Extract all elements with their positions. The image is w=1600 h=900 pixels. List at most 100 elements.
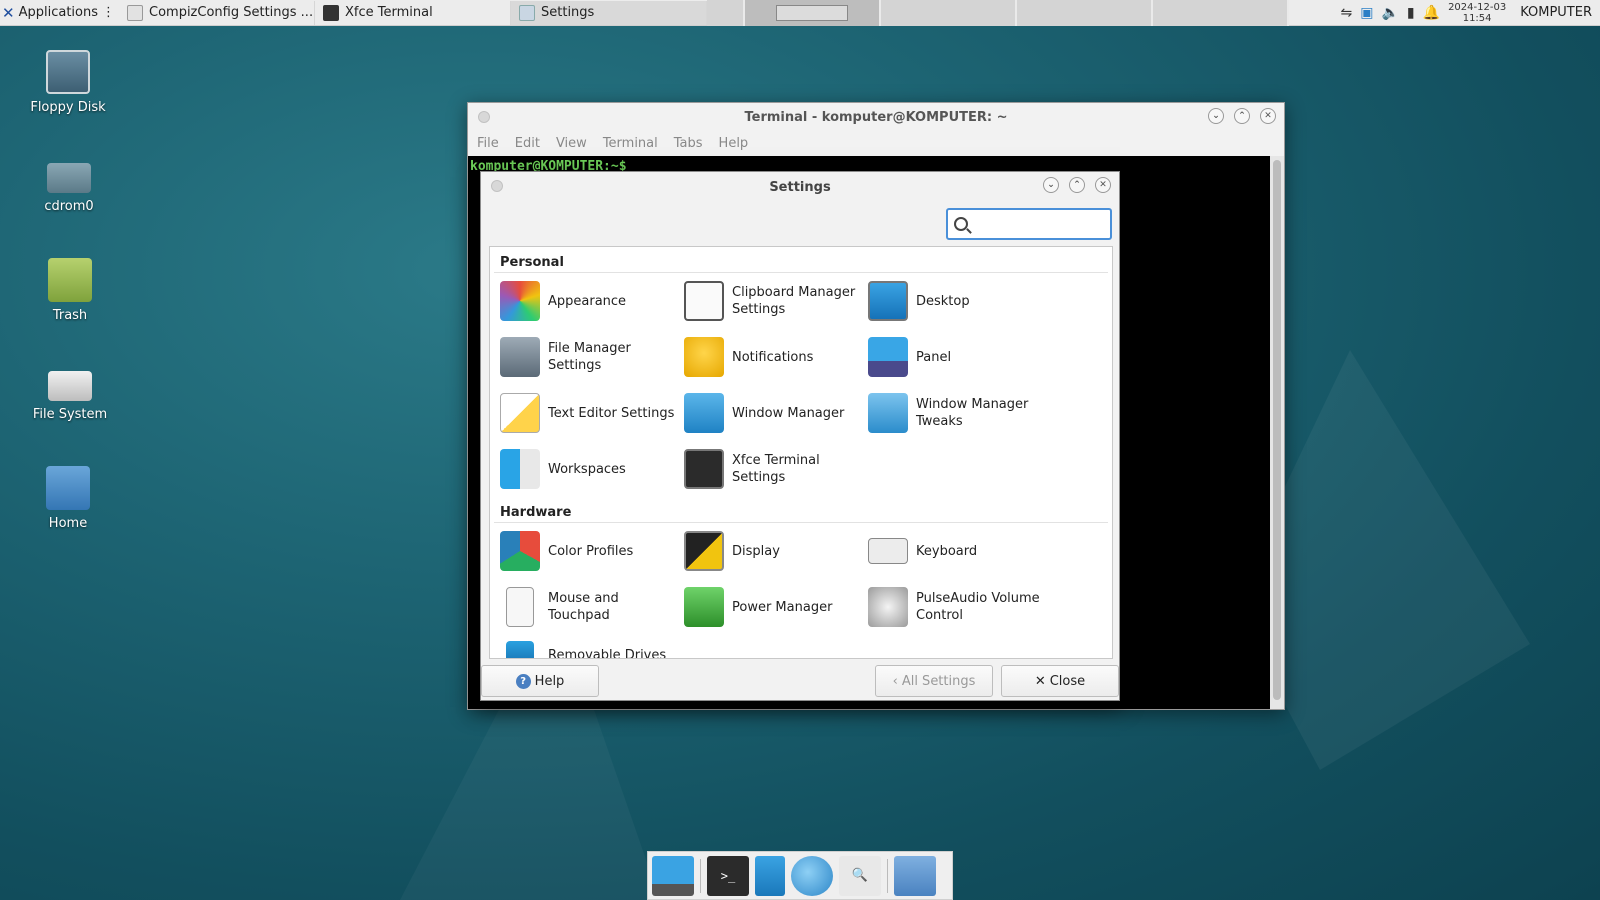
setting-workspaces[interactable]: Workspaces bbox=[494, 441, 678, 497]
desktop-icon-label: Trash bbox=[52, 308, 88, 323]
app-finder-icon[interactable]: 🔍 bbox=[839, 855, 881, 896]
close-icon[interactable]: ✕ bbox=[1095, 177, 1111, 193]
workspace-window-preview bbox=[776, 4, 848, 21]
hardware-grid: Color Profiles Display Keyboard Mouse an… bbox=[490, 523, 1112, 658]
floppy-icon bbox=[46, 50, 90, 94]
terminal-title: Terminal - komputer@KOMPUTER: ~ bbox=[744, 109, 1008, 125]
setting-appearance[interactable]: Appearance bbox=[494, 273, 678, 329]
menu-handle-icon: ⋮ bbox=[102, 5, 115, 20]
help-button[interactable]: ? Help bbox=[481, 665, 599, 697]
setting-clipboard-manager[interactable]: Clipboard Manager Settings bbox=[678, 273, 862, 329]
desktop-icon-filesystem[interactable]: File System bbox=[15, 361, 125, 422]
show-desktop-icon[interactable] bbox=[652, 855, 694, 896]
scrollbar-thumb[interactable] bbox=[1273, 160, 1281, 700]
setting-desktop[interactable]: Desktop bbox=[862, 273, 1046, 329]
volume-icon[interactable]: 🔈 bbox=[1381, 5, 1398, 21]
window-menu-icon[interactable] bbox=[491, 180, 503, 192]
folder-icon[interactable] bbox=[894, 855, 936, 896]
setting-file-manager[interactable]: File Manager Settings bbox=[494, 329, 678, 385]
panel-icon bbox=[868, 337, 908, 377]
setting-label: Panel bbox=[916, 349, 952, 365]
setting-label: Clipboard Manager Settings bbox=[732, 285, 856, 317]
terminal-titlebar[interactable]: Terminal - komputer@KOMPUTER: ~ ⌄ ⌃ ✕ bbox=[468, 103, 1284, 131]
setting-label: Color Profiles bbox=[548, 543, 634, 559]
desktop-icon-label: File System bbox=[32, 407, 108, 422]
setting-label: Text Editor Settings bbox=[548, 405, 675, 421]
search-row bbox=[481, 202, 1119, 248]
terminal-scrollbar[interactable] bbox=[1270, 156, 1284, 709]
help-button-label: Help bbox=[534, 673, 565, 689]
search-field[interactable] bbox=[946, 208, 1112, 240]
workspace-2[interactable] bbox=[881, 0, 1017, 26]
setting-color-profiles[interactable]: Color Profiles bbox=[494, 523, 678, 579]
close-icon: ✕ bbox=[1034, 673, 1046, 689]
setting-window-manager[interactable]: Window Manager bbox=[678, 385, 862, 441]
bluetooth-icon[interactable]: ▣ bbox=[1360, 5, 1373, 21]
web-browser-icon[interactable] bbox=[791, 855, 833, 896]
menu-file[interactable]: File bbox=[477, 136, 499, 151]
mouse-icon bbox=[506, 587, 534, 627]
system-tray: ⇋ ▣ 🔈 ▮ 🔔 2024-12-03 11:54 KOMPUTER bbox=[1341, 0, 1600, 26]
menu-terminal[interactable]: Terminal bbox=[603, 136, 658, 151]
usb-icon bbox=[506, 641, 534, 658]
setting-label: Workspaces bbox=[548, 461, 626, 477]
notification-bell-icon[interactable]: 🔔 bbox=[1423, 5, 1440, 21]
menu-tabs[interactable]: Tabs bbox=[674, 136, 703, 151]
terminal-icon[interactable]: >_ bbox=[707, 855, 749, 896]
all-settings-button[interactable]: ‹ All Settings bbox=[875, 665, 993, 697]
window-menu-icon[interactable] bbox=[478, 111, 490, 123]
setting-display[interactable]: Display bbox=[678, 523, 862, 579]
section-personal: Personal bbox=[494, 247, 1108, 273]
setting-window-manager-tweaks[interactable]: Window Manager Tweaks bbox=[862, 385, 1046, 441]
desktop-icon-cdrom[interactable]: cdrom0 bbox=[14, 153, 124, 214]
workspace-3[interactable] bbox=[1017, 0, 1153, 26]
user-menu[interactable]: KOMPUTER bbox=[1520, 5, 1592, 20]
desktop-icon-home[interactable]: Home bbox=[13, 466, 123, 531]
settings-icon bbox=[519, 4, 535, 21]
battery-icon[interactable]: ▮ bbox=[1407, 5, 1415, 21]
terminal-menubar: File Edit View Terminal Tabs Help bbox=[468, 131, 1284, 155]
setting-power-manager[interactable]: Power Manager bbox=[678, 579, 862, 635]
help-icon: ? bbox=[515, 673, 531, 689]
menu-help[interactable]: Help bbox=[719, 136, 749, 151]
setting-keyboard[interactable]: Keyboard bbox=[862, 523, 1046, 579]
desktop-icon-label: cdrom0 bbox=[44, 199, 94, 214]
menu-edit[interactable]: Edit bbox=[515, 136, 540, 151]
network-icon[interactable]: ⇋ bbox=[1341, 5, 1353, 21]
workspace-1[interactable] bbox=[745, 0, 881, 26]
files-icon[interactable] bbox=[755, 855, 785, 896]
workspace-4[interactable] bbox=[1153, 0, 1289, 26]
menu-view[interactable]: View bbox=[556, 136, 587, 151]
applications-menu[interactable]: ✕ Applications ⋮ bbox=[0, 0, 119, 26]
terminal-icon bbox=[323, 4, 339, 21]
keyboard-icon bbox=[868, 538, 908, 564]
setting-notifications[interactable]: Notifications bbox=[678, 329, 862, 385]
setting-xfce-terminal[interactable]: Xfce Terminal Settings bbox=[678, 441, 862, 497]
setting-mouse-touchpad[interactable]: Mouse and Touchpad bbox=[494, 579, 678, 635]
maximize-icon[interactable]: ⌃ bbox=[1234, 108, 1250, 124]
cdrom-icon bbox=[47, 163, 91, 193]
close-button[interactable]: ✕ Close bbox=[1001, 665, 1119, 697]
minimize-icon[interactable]: ⌄ bbox=[1043, 177, 1059, 193]
task-settings[interactable]: Settings bbox=[511, 0, 707, 25]
setting-pulseaudio[interactable]: PulseAudio Volume Control bbox=[862, 579, 1046, 635]
close-icon[interactable]: ✕ bbox=[1260, 108, 1276, 124]
bell-icon bbox=[684, 337, 724, 377]
setting-removable-drives[interactable]: Removable Drives bbox=[494, 635, 678, 658]
desktop-icon bbox=[868, 281, 908, 321]
setting-label: File Manager Settings bbox=[548, 341, 631, 373]
settings-titlebar[interactable]: Settings ⌄ ⌃ ✕ bbox=[481, 172, 1119, 202]
window-tweaks-icon bbox=[868, 393, 908, 433]
desktop-icon-trash[interactable]: Trash bbox=[15, 258, 125, 323]
maximize-icon[interactable]: ⌃ bbox=[1069, 177, 1085, 193]
settings-window: Settings ⌄ ⌃ ✕ Personal Appearance Clipb… bbox=[480, 171, 1120, 701]
search-input[interactable] bbox=[974, 216, 1104, 232]
minimize-icon[interactable]: ⌄ bbox=[1208, 108, 1224, 124]
task-xfce-terminal[interactable]: Xfce Terminal bbox=[315, 0, 511, 25]
desktop-icon-floppy[interactable]: Floppy Disk bbox=[13, 50, 123, 115]
clock[interactable]: 2024-12-03 11:54 bbox=[1448, 2, 1506, 24]
task-compizconfig[interactable]: CompizConfig Settings ... bbox=[119, 0, 315, 25]
setting-panel[interactable]: Panel bbox=[862, 329, 1046, 385]
setting-text-editor[interactable]: Text Editor Settings bbox=[494, 385, 678, 441]
setting-label: Power Manager bbox=[732, 599, 833, 615]
